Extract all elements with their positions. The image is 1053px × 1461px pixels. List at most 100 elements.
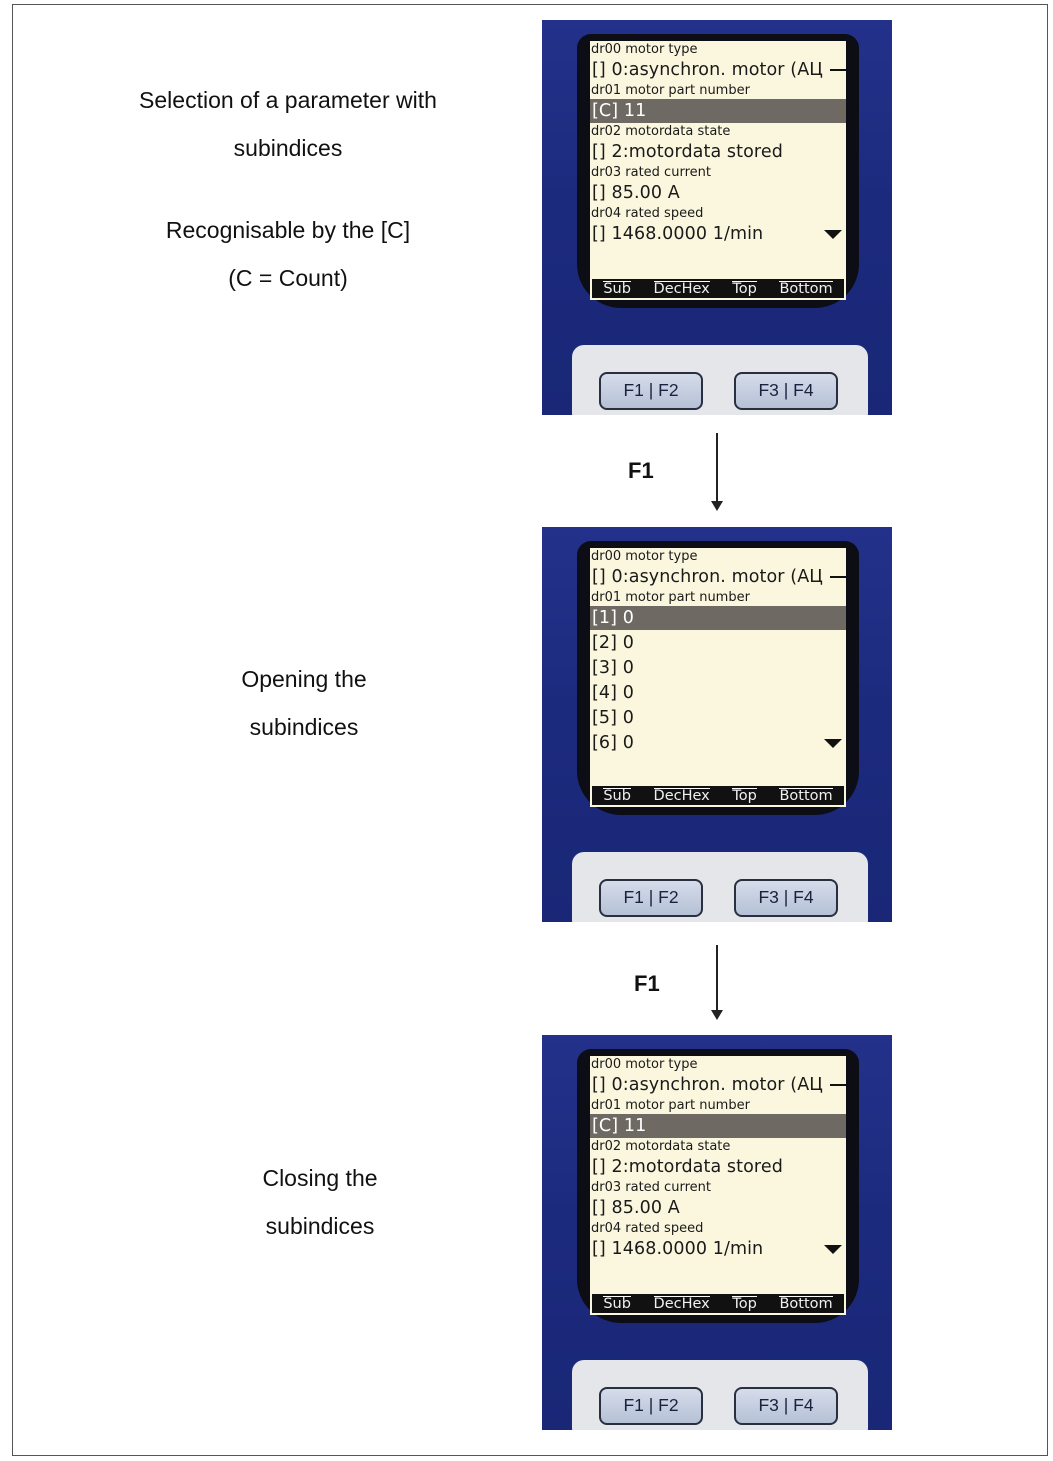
parameter-value-row[interactable]: [2] 0: [590, 631, 846, 655]
parameter-name-row[interactable]: dr01 motor part number: [590, 83, 846, 99]
f1-f2-button[interactable]: F1 | F2: [599, 372, 703, 410]
f3-f4-button[interactable]: F3 | F4: [734, 1387, 838, 1425]
parameter-name-row[interactable]: dr01 motor part number: [590, 590, 846, 606]
softkey-top[interactable]: Top: [732, 1295, 757, 1312]
softkey-top[interactable]: Top: [732, 280, 757, 297]
softkey-sub[interactable]: Sub: [603, 787, 631, 804]
row-text: [6] 0: [592, 733, 634, 753]
keypad-device: dr00 motor type [] 0:asynchron. motor (AЦ…: [542, 527, 892, 922]
parameter-value-row[interactable]: [] 2:motordata stored: [590, 1155, 846, 1179]
parameter-value-row[interactable]: [] 0:asynchron. motor (AЦ: [590, 58, 846, 82]
softkey-bar: Sub DecHex Top Bottom: [592, 786, 844, 805]
row-text: [] 2:motordata stored: [592, 142, 783, 162]
scrollbar-marker-icon: [830, 1084, 846, 1086]
f1-f2-button[interactable]: F1 | F2: [599, 879, 703, 917]
parameter-value-row[interactable]: [4] 0: [590, 681, 846, 705]
caption-closing: Closing the subindices: [40, 1154, 600, 1250]
caption-line: (C = Count): [228, 265, 348, 291]
row-text: [] 2:motordata stored: [592, 1157, 783, 1177]
row-text: [] 1468.0000 1/min: [592, 1239, 764, 1259]
parameter-value-row[interactable]: [6] 0: [590, 731, 846, 755]
caption-line: Closing the: [262, 1165, 378, 1191]
parameter-value-row[interactable]: [3] 0: [590, 656, 846, 680]
parameter-name-row[interactable]: dr04 rated speed: [590, 1221, 846, 1237]
row-text: [2] 0: [592, 633, 634, 653]
softkey-bar: Sub DecHex Top Bottom: [592, 279, 844, 298]
softkey-bottom[interactable]: Bottom: [779, 1295, 833, 1312]
parameter-value-row[interactable]: [] 1468.0000 1/min: [590, 222, 846, 246]
parameter-value-row[interactable]: [] 0:asynchron. motor (AЦ: [590, 1073, 846, 1097]
transition-key-label: F1: [628, 458, 654, 483]
row-text: [5] 0: [592, 708, 634, 728]
caption-line: Recognisable by the [C]: [165, 217, 411, 243]
display-screen: dr00 motor type [] 0:asynchron. motor (AЦ…: [590, 548, 846, 807]
row-text: [C] 11: [592, 101, 647, 121]
row-text: [4] 0: [592, 683, 634, 703]
function-keypad: F1 | F2 F3 | F4: [572, 852, 868, 922]
selected-parameter-row[interactable]: [1] 0: [590, 606, 846, 630]
selected-parameter-row[interactable]: [C] 11: [590, 1114, 846, 1138]
parameter-value-row[interactable]: [5] 0: [590, 706, 846, 730]
display-screen: dr00 motor type [] 0:asynchron. motor (AЦ…: [590, 41, 846, 300]
parameter-name-row[interactable]: dr03 rated current: [590, 1180, 846, 1196]
row-text: dr03 rated current: [591, 165, 711, 180]
function-keypad: F1 | F2 F3 | F4: [572, 345, 868, 415]
selected-parameter-row[interactable]: [C] 11: [590, 99, 846, 123]
parameter-value-row[interactable]: [] 1468.0000 1/min: [590, 1237, 846, 1261]
softkey-top[interactable]: Top: [732, 787, 757, 804]
row-text: dr00 motor type: [591, 42, 698, 57]
row-text: [] 0:asynchron. motor (AЦ: [592, 567, 823, 587]
row-text: dr00 motor type: [591, 549, 698, 564]
softkey-bar: Sub DecHex Top Bottom: [592, 1294, 844, 1313]
keypad-device: dr00 motor type [] 0:asynchron. motor (AЦ…: [542, 20, 892, 415]
row-text: dr01 motor part number: [591, 590, 750, 605]
softkey-sub[interactable]: Sub: [603, 280, 631, 297]
caption-line: subindices: [249, 714, 359, 740]
row-text: [1] 0: [592, 608, 634, 628]
f3-f4-button[interactable]: F3 | F4: [734, 372, 838, 410]
softkey-dechex[interactable]: DecHex: [653, 1295, 710, 1312]
caption-selection: Selection of a parameter with subindices…: [8, 76, 568, 302]
softkey-bottom[interactable]: Bottom: [779, 787, 833, 804]
row-text: dr01 motor part number: [591, 83, 750, 98]
parameter-name-row[interactable]: dr03 rated current: [590, 165, 846, 181]
f1-f2-button[interactable]: F1 | F2: [599, 1387, 703, 1425]
row-text: [] 85.00 A: [592, 1198, 680, 1218]
parameter-value-row[interactable]: [] 85.00 A: [590, 1196, 846, 1220]
row-text: [] 0:asynchron. motor (AЦ: [592, 1075, 823, 1095]
softkey-sub[interactable]: Sub: [603, 1295, 631, 1312]
row-text: dr03 rated current: [591, 1180, 711, 1195]
caption-line: Selection of a parameter with: [139, 87, 437, 113]
parameter-value-row[interactable]: [] 2:motordata stored: [590, 140, 846, 164]
row-text: [] 85.00 A: [592, 183, 680, 203]
scrollbar-marker-icon: [830, 69, 846, 71]
caption-line: subindices: [233, 135, 343, 161]
parameter-name-row[interactable]: dr02 motordata state: [590, 124, 846, 140]
row-text: dr00 motor type: [591, 1057, 698, 1072]
row-text: dr01 motor part number: [591, 1098, 750, 1113]
caption-line: Opening the: [241, 666, 367, 692]
row-text: [C] 11: [592, 1116, 647, 1136]
softkey-dechex[interactable]: DecHex: [653, 787, 710, 804]
f3-f4-button[interactable]: F3 | F4: [734, 879, 838, 917]
parameter-name-row[interactable]: dr02 motordata state: [590, 1139, 846, 1155]
parameter-name-row[interactable]: dr00 motor type: [590, 42, 846, 58]
scroll-down-icon: [824, 230, 842, 239]
display-screen: dr00 motor type [] 0:asynchron. motor (AЦ…: [590, 1056, 846, 1315]
row-text: [] 0:asynchron. motor (AЦ: [592, 60, 823, 80]
keypad-device: dr00 motor type [] 0:asynchron. motor (AЦ…: [542, 1035, 892, 1430]
function-keypad: F1 | F2 F3 | F4: [572, 1360, 868, 1430]
parameter-value-row[interactable]: [] 85.00 A: [590, 181, 846, 205]
parameter-name-row[interactable]: dr04 rated speed: [590, 206, 846, 222]
softkey-bottom[interactable]: Bottom: [779, 280, 833, 297]
softkey-dechex[interactable]: DecHex: [653, 280, 710, 297]
scroll-down-icon: [824, 1245, 842, 1254]
caption-opening: Opening the subindices: [24, 655, 584, 751]
row-text: [] 1468.0000 1/min: [592, 224, 764, 244]
parameter-value-row[interactable]: [] 0:asynchron. motor (AЦ: [590, 565, 846, 589]
parameter-name-row[interactable]: dr01 motor part number: [590, 1098, 846, 1114]
scrollbar-marker-icon: [830, 576, 846, 578]
parameter-name-row[interactable]: dr00 motor type: [590, 1057, 846, 1073]
row-text: dr04 rated speed: [591, 1221, 704, 1236]
parameter-name-row[interactable]: dr00 motor type: [590, 549, 846, 565]
